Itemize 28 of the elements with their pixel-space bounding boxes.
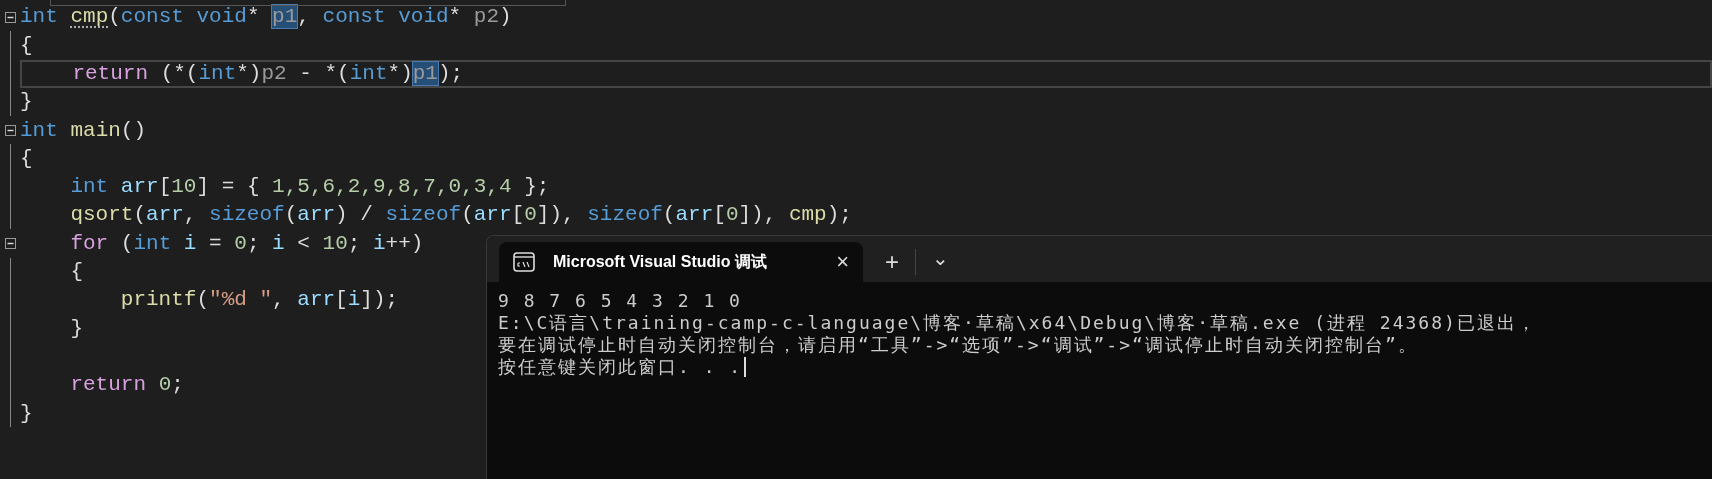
console-icon [513,252,535,272]
close-button[interactable]: × [832,251,853,273]
console-output-line: E:\C语言\training-camp-c-language\博客·草稿\x64\Debug\博客·草稿.exe (进程 24368)已退出， [498,312,1537,334]
code-line: qsort(arr, sizeof(arr) / sizeof(arr[0]), sizeof(arr[0]), cmp); [69,202,852,229]
code-line: } [69,315,83,342]
collapse-icon[interactable] [4,238,16,249]
tab-title: Microsoft Visual Studio 调试 [553,252,768,272]
code-line: int main() [20,117,147,144]
console-output-line: 要在调试停止时自动关闭控制台，请启用“工具”->“选项”->“调试”->“调试停止时自动关闭控制台”。 [498,334,1418,356]
code-line: { [69,259,83,286]
console-output-line: 按任意键关闭此窗口. . . [498,356,743,378]
new-tab-button[interactable]: + [879,250,905,274]
code-line: } [20,400,33,427]
code-line: return (*(int*)p2 - *(int*)p1); [71,61,464,87]
code-line: { [20,145,33,172]
terminal-tab[interactable]: Microsoft Visual Studio 调试 × [499,242,863,282]
code-line: int arr[10] = { 1,5,6,2,9,8,7,0,3,4 }; [69,174,550,201]
code-line: return 0; [69,372,184,399]
code-line: int cmp(const void* p1, const void* p2) [20,4,512,31]
dropdown-button[interactable]: ⌄ [926,248,955,268]
console-output-line: 9 8 7 6 5 4 3 2 1 0 [498,290,742,312]
collapse-icon[interactable] [4,124,16,136]
code-line: } [20,89,33,116]
collapse-icon[interactable] [4,11,16,23]
code-line: for (int i = 0; i < 10; i++) [69,230,424,257]
code-line: { [20,32,33,59]
text-cursor [744,357,747,377]
code-line: printf("%d ", arr[i]); [119,287,399,314]
